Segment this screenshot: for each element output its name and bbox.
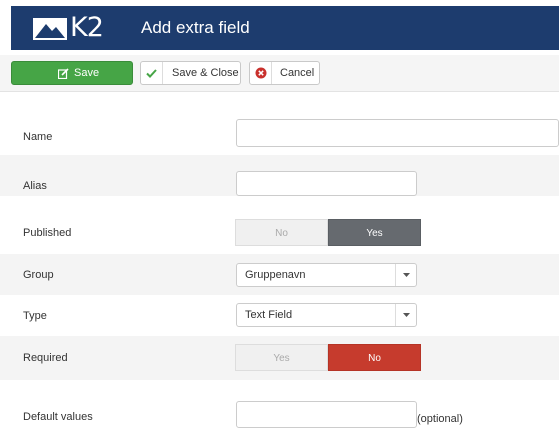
type-select-value: Text Field (245, 309, 293, 321)
required-no-option[interactable]: No (328, 344, 421, 371)
published-row: Published No Yes (0, 212, 559, 253)
save-button[interactable]: Save (11, 61, 133, 85)
type-select[interactable]: Text Field (236, 303, 417, 327)
alias-input[interactable] (236, 171, 417, 196)
group-label: Group (23, 269, 54, 281)
name-label: Name (23, 131, 53, 143)
name-input[interactable] (236, 119, 559, 147)
toolbar: Save Save & Close Cancel (0, 55, 559, 92)
group-row: Group Gruppenavn (0, 254, 559, 295)
published-label: Published (23, 227, 72, 239)
cancel-button[interactable]: Cancel (249, 61, 320, 85)
cancel-icon (250, 62, 272, 84)
alias-row: Alias (0, 155, 559, 196)
default-values-label: Default values (23, 411, 93, 423)
page-header: K2 Add extra field (11, 6, 559, 50)
required-yes-option[interactable]: Yes (235, 344, 328, 371)
default-values-row: Default values (0, 395, 559, 428)
published-no-option[interactable]: No (235, 219, 328, 246)
required-label: Required (23, 352, 68, 364)
required-toggle: Yes No (235, 344, 421, 371)
page-title: Add extra field (141, 18, 250, 37)
default-values-input[interactable] (236, 401, 417, 428)
caret-down-icon[interactable] (395, 304, 416, 326)
type-label: Type (23, 310, 47, 322)
save-close-button-label: Save & Close (172, 67, 239, 79)
alias-label: Alias (23, 180, 47, 192)
edit-icon (52, 62, 74, 84)
group-select-value: Gruppenavn (245, 269, 306, 281)
published-yes-option[interactable]: Yes (328, 219, 421, 246)
required-row: Required Yes No (0, 336, 559, 380)
group-select[interactable]: Gruppenavn (236, 263, 417, 287)
type-row: Type Text Field (0, 295, 559, 336)
name-row: Name (0, 114, 559, 155)
published-toggle: No Yes (235, 219, 421, 246)
cancel-button-label: Cancel (280, 67, 315, 79)
logo-text: K2 (70, 12, 104, 43)
mountain-logo-icon (33, 18, 67, 40)
save-close-button[interactable]: Save & Close (140, 61, 241, 85)
save-button-label: Save (74, 67, 100, 79)
optional-hint: (optional) (417, 413, 463, 425)
check-icon (141, 62, 163, 84)
caret-down-icon[interactable] (395, 264, 416, 286)
k2-logo: K2 (33, 14, 113, 42)
